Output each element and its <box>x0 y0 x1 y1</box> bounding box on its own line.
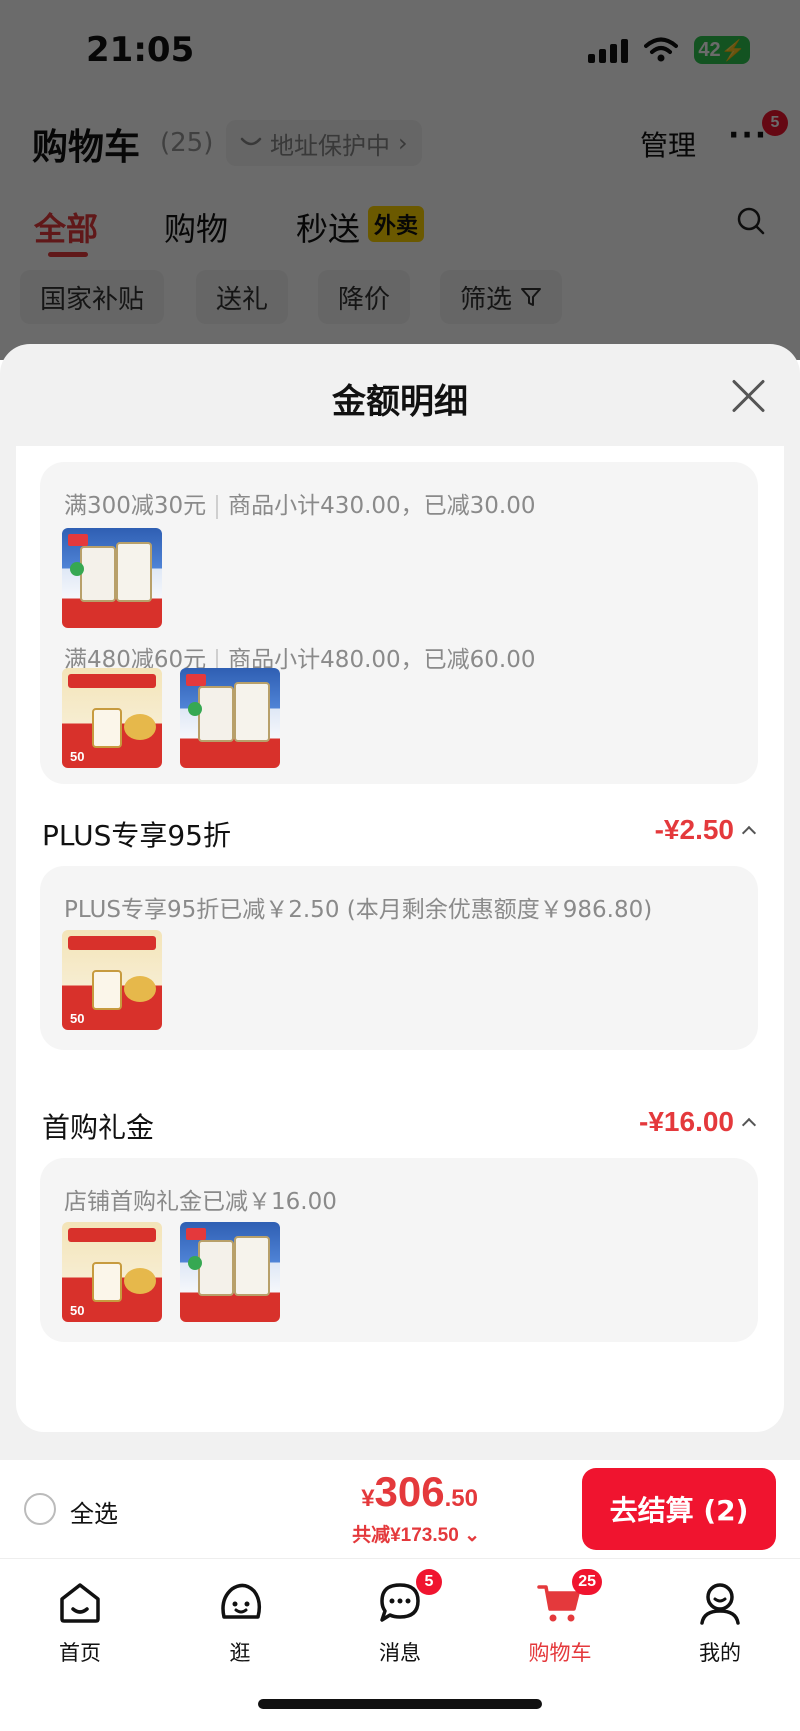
home-indicator[interactable] <box>258 1699 542 1709</box>
sheet-title: 金额明细 <box>332 382 468 422</box>
first-gift-amount[interactable]: -¥16.00 <box>639 1106 757 1138</box>
battery-icon: 42 ⚡ <box>694 36 750 64</box>
filter-icon <box>521 288 542 306</box>
first-gift-amount-value: -¥16.00 <box>639 1106 734 1137</box>
tab-shopping[interactable]: 购物 <box>164 204 228 250</box>
chip-filter[interactable]: 筛选 <box>440 270 563 324</box>
checkout-button[interactable]: 去结算 (2) <box>582 1468 776 1550</box>
nav-home-label: 首页 <box>59 1641 101 1665</box>
sheet-body: 满300减30元 商品小计430.00，已减30.00 满480减60元 商品小计4… <box>16 446 784 1432</box>
plus-note: PLUS专享95折已减￥2.50 (本月剩余优惠额度￥986.80) <box>64 897 653 923</box>
address-protection-chip[interactable]: 地址保护中 › <box>226 120 422 166</box>
amount-detail-sheet: 金额明细 满300减30元 商品小计430.00，已减30.00 满480减60元… <box>0 344 800 1460</box>
first-gift-note: 店铺首购礼金已减￥16.00 <box>64 1189 337 1215</box>
chip-label: 送礼 <box>216 284 269 315</box>
chip-price-drop[interactable]: 降价 <box>318 270 411 324</box>
browse-face-icon <box>216 1579 264 1627</box>
status-time: 21:05 <box>86 30 195 70</box>
chip-gift[interactable]: 送礼 <box>196 270 289 324</box>
wifi-icon <box>644 37 678 62</box>
chevron-right-icon: › <box>398 129 408 157</box>
thumb-label: 50 <box>70 1303 85 1318</box>
message-icon: 5 <box>376 1569 442 1627</box>
nav-cart[interactable]: 25 购物车 <box>500 1569 620 1667</box>
product-thumbnail-milk-powder[interactable] <box>180 668 280 768</box>
product-thumbnail-calcium[interactable]: 50 <box>62 668 162 768</box>
nav-profile-label: 我的 <box>699 1641 741 1665</box>
search-icon[interactable] <box>736 206 766 236</box>
chevron-down-icon: ⌄ <box>464 1525 480 1546</box>
signal-icon <box>588 37 628 63</box>
tab-all[interactable]: 全部 <box>34 204 98 257</box>
nav-messages[interactable]: 5 消息 <box>340 1569 460 1667</box>
total-saved[interactable]: 共减¥173.50 ⌄ <box>352 1520 480 1547</box>
chevron-up-icon <box>741 825 757 841</box>
tab-quick-delivery[interactable]: 秒送 <box>296 204 360 250</box>
close-icon[interactable] <box>730 378 766 414</box>
cart-badge: 25 <box>572 1569 602 1595</box>
nav-browse-label: 逛 <box>229 1641 251 1665</box>
total-price: ¥306.50 <box>361 1468 478 1516</box>
bottom-tab-bar: 首页 逛 5 消息 25 购物车 我的 <box>0 1558 800 1731</box>
promo-line-1: 满300减30元 商品小计430.00，已减30.00 <box>64 486 536 520</box>
total-saved-label: 共减¥173.50 <box>352 1525 459 1546</box>
cart-page-background: 21:05 42 ⚡ 购物车 (25) 地址保护中 › 管理 ··· 5 全部 购… <box>0 0 800 360</box>
thumb-label: 50 <box>70 749 85 764</box>
cart-icon: 25 <box>536 1569 602 1627</box>
profile-icon <box>696 1579 744 1627</box>
battery-level: 42 <box>698 38 721 61</box>
chevron-up-icon <box>741 1117 757 1133</box>
plus-amount-value: -¥2.50 <box>654 814 734 845</box>
chip-label: 筛选 <box>460 284 513 315</box>
thumb-label: 50 <box>70 1011 85 1026</box>
divider <box>216 494 219 519</box>
cart-count: (25) <box>160 128 214 158</box>
plus-discount-amount[interactable]: -¥2.50 <box>654 814 757 846</box>
promo-rule-1: 满300减30元 <box>64 493 207 519</box>
takeaway-tag: 外卖 <box>368 206 425 242</box>
smile-shield-icon <box>240 137 262 146</box>
home-icon <box>56 1579 104 1627</box>
nav-home[interactable]: 首页 <box>20 1579 140 1667</box>
checkout-bar: 全选 ¥306.50 共减¥173.50 ⌄ 去结算 (2) <box>0 1460 800 1558</box>
plus-detail-card: PLUS专享95折已减￥2.50 (本月剩余优惠额度￥986.80) 50 <box>40 866 758 1050</box>
nav-browse[interactable]: 逛 <box>180 1579 300 1667</box>
chip-label: 降价 <box>338 284 391 315</box>
status-icons: 42 ⚡ <box>588 36 750 64</box>
address-protection-label: 地址保护中 <box>270 131 390 160</box>
more-badge: 5 <box>762 110 788 136</box>
select-all-checkbox[interactable] <box>24 1493 56 1525</box>
page-title: 购物车 <box>32 127 141 168</box>
messages-badge: 5 <box>416 1569 442 1595</box>
select-all-label[interactable]: 全选 <box>70 1494 118 1529</box>
product-thumbnail-milk-powder[interactable] <box>62 528 162 628</box>
product-thumbnail-milk-powder[interactable] <box>180 1222 280 1322</box>
product-thumbnail-calcium[interactable]: 50 <box>62 930 162 1030</box>
chip-label: 国家补贴 <box>40 284 145 315</box>
chip-national-subsidy[interactable]: 国家补贴 <box>20 270 165 324</box>
plus-discount-label: PLUS专享95折 <box>42 819 231 852</box>
nav-cart-label: 购物车 <box>528 1641 592 1665</box>
manage-button[interactable]: 管理 <box>640 124 696 164</box>
promo-detail-1: 商品小计430.00，已减30.00 <box>228 493 536 519</box>
promo-detail-card: 满300减30元 商品小计430.00，已减30.00 满480减60元 商品小计4… <box>40 462 758 784</box>
total-decimal: .50 <box>444 1485 478 1512</box>
nav-messages-label: 消息 <box>379 1641 421 1665</box>
currency-symbol: ¥ <box>361 1485 375 1512</box>
nav-profile[interactable]: 我的 <box>660 1579 780 1667</box>
total-integer: 306 <box>374 1468 445 1515</box>
first-gift-label: 首购礼金 <box>42 1111 155 1144</box>
product-thumbnail-calcium[interactable]: 50 <box>62 1222 162 1322</box>
first-gift-detail-card: 店铺首购礼金已减￥16.00 50 <box>40 1158 758 1342</box>
